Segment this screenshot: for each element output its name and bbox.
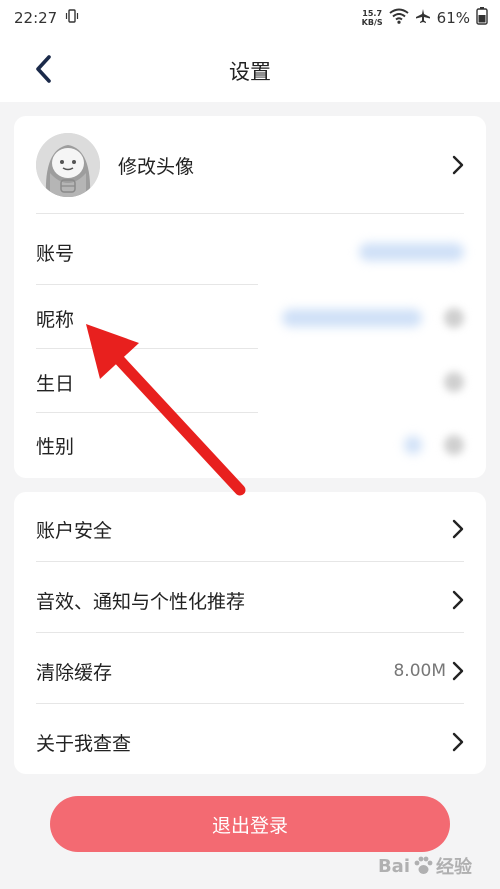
nickname-label: 昵称 (36, 308, 75, 331)
watermark-text: Bai (377, 855, 410, 877)
gender-row[interactable]: 性别 (36, 416, 464, 474)
watermark: Bai 经验 (378, 853, 472, 879)
clear-cache-value-wrap: 8.00M (393, 661, 464, 681)
change-avatar-row[interactable]: 修改头像 (36, 132, 464, 198)
header-bar: 设置 (0, 36, 500, 102)
vibrate-icon (65, 9, 79, 27)
account-label: 账号 (36, 242, 75, 265)
chevron-right-icon (452, 155, 464, 175)
status-right: 15.7 KB/S 61% (362, 7, 488, 29)
clear-cache-label: 清除缓存 (36, 661, 113, 684)
nickname-row[interactable]: 昵称 (36, 288, 464, 348)
settings-card: 账户安全 音效、通知与个性化推荐 清除缓存 8.00M 关于我查查 (14, 492, 486, 774)
divider (36, 284, 258, 285)
chevron-right-icon (452, 732, 464, 752)
gender-chevron-blurred (444, 435, 464, 455)
account-security-label: 账户安全 (36, 519, 113, 542)
change-avatar-label: 修改头像 (118, 155, 195, 178)
page-title: 设置 (229, 60, 271, 84)
divider (36, 632, 464, 633)
status-time: 22:27 (14, 9, 58, 27)
wifi-icon (389, 8, 409, 28)
gender-label: 性别 (36, 435, 75, 458)
sound-notification-row[interactable]: 音效、通知与个性化推荐 (36, 569, 464, 631)
divider (36, 348, 258, 349)
about-row[interactable]: 关于我查查 (36, 711, 464, 773)
sound-notification-label: 音效、通知与个性化推荐 (36, 590, 246, 613)
nickname-chevron-blurred (444, 308, 464, 328)
chevron-right-icon (452, 519, 464, 539)
about-label: 关于我查查 (36, 732, 132, 755)
net-speed-value: 15.7 (362, 9, 383, 18)
account-row[interactable]: 账号 (36, 222, 464, 282)
account-value (359, 243, 464, 261)
net-speed-unit: KB/S (361, 18, 383, 27)
divider (36, 213, 464, 214)
gender-value (404, 435, 464, 455)
birthday-label: 生日 (36, 372, 75, 395)
birthday-chevron-blurred (444, 372, 464, 392)
status-left: 22:27 (14, 9, 79, 27)
divider (36, 412, 258, 413)
divider (36, 561, 464, 562)
birthday-value (444, 372, 464, 392)
change-avatar-left: 修改头像 (36, 133, 194, 197)
avatar-image (36, 133, 100, 197)
clear-cache-row[interactable]: 清除缓存 8.00M (36, 640, 464, 702)
logout-button[interactable]: 退出登录 (50, 796, 450, 852)
divider (36, 703, 464, 704)
status-bar: 22:27 15.7 KB/S 61% (0, 0, 500, 36)
airplane-icon (415, 8, 431, 28)
battery-percent: 61% (436, 9, 470, 27)
nickname-value (282, 308, 464, 328)
chevron-right-icon (452, 661, 464, 681)
gender-value-blurred (404, 436, 422, 454)
profile-card: 修改头像 账号 昵称 生日 性别 (14, 116, 486, 478)
account-value-blurred (359, 243, 464, 261)
chevron-right-icon (452, 590, 464, 610)
net-speed: 15.7 KB/S (362, 9, 383, 27)
birthday-row[interactable]: 生日 (36, 352, 464, 412)
account-security-row[interactable]: 账户安全 (36, 498, 464, 560)
cache-size: 8.00M (393, 661, 446, 681)
avatar (36, 133, 100, 197)
watermark-suffix: 经验 (436, 857, 472, 878)
nickname-value-blurred (282, 309, 422, 327)
paw-icon (414, 856, 433, 874)
battery-icon (476, 7, 488, 29)
